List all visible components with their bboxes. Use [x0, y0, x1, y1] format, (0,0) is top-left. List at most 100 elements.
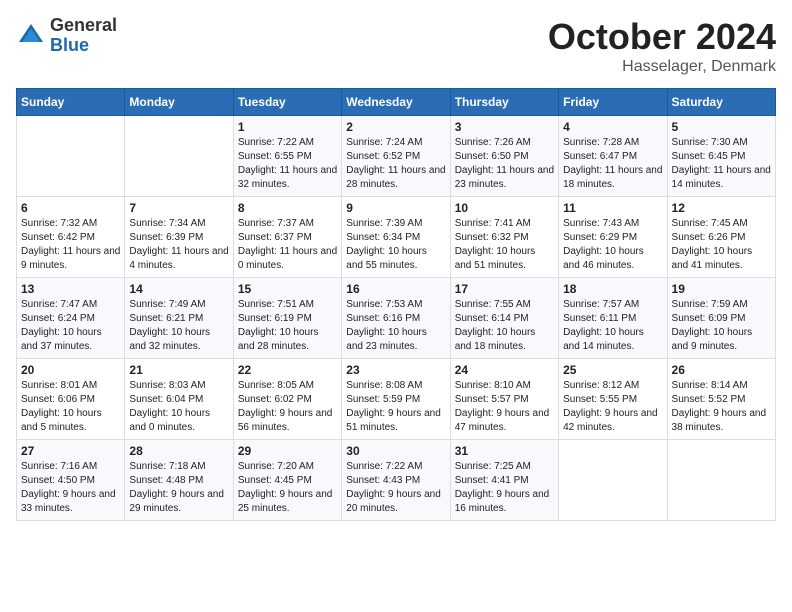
day-number: 9	[346, 201, 445, 215]
col-header-sunday: Sunday	[17, 89, 125, 116]
day-cell: 20Sunrise: 8:01 AMSunset: 6:06 PMDayligh…	[17, 359, 125, 440]
day-number: 1	[238, 120, 337, 134]
day-info: Sunrise: 7:43 AMSunset: 6:29 PMDaylight:…	[563, 217, 662, 273]
col-header-monday: Monday	[125, 89, 233, 116]
title-block: October 2024 Hasselager, Denmark	[548, 16, 776, 76]
day-cell: 8 Sunrise: 7:37 AMSunset: 6:37 PMDaylight…	[233, 197, 341, 278]
day-number: 3	[455, 120, 554, 134]
day-info: Sunrise: 7:25 AMSunset: 4:41 PMDaylight:…	[455, 460, 554, 516]
day-number: 30	[346, 444, 445, 458]
day-number: 6	[21, 201, 120, 215]
day-info: Sunrise: 7:59 AMSunset: 6:09 PMDaylight:…	[672, 298, 771, 354]
day-cell: 19 Sunrise: 7:59 AMSunset: 6:09 PMDayligh…	[667, 278, 775, 359]
day-number: 27	[21, 444, 120, 458]
day-info: Sunrise: 7:22 AMSunset: 6:55 PMDaylight:…	[238, 136, 337, 192]
day-info: Sunrise: 7:49 AMSunset: 6:21 PMDaylight:…	[129, 298, 228, 354]
day-cell: 14 Sunrise: 7:49 AMSunset: 6:21 PMDayligh…	[125, 278, 233, 359]
day-info: Sunrise: 7:51 AMSunset: 6:19 PMDaylight:…	[238, 298, 337, 354]
day-cell: 31 Sunrise: 7:25 AMSunset: 4:41 PMDayligh…	[450, 440, 558, 521]
day-cell: 26Sunrise: 8:14 AMSunset: 5:52 PMDayligh…	[667, 359, 775, 440]
day-info: Sunrise: 8:03 AMSunset: 6:04 PMDaylight:…	[129, 379, 228, 435]
day-info: Sunrise: 7:34 AMSunset: 6:39 PMDaylight:…	[129, 217, 228, 273]
day-cell: 29 Sunrise: 7:20 AMSunset: 4:45 PMDayligh…	[233, 440, 341, 521]
day-number: 22	[238, 363, 337, 377]
header-row: SundayMondayTuesdayWednesdayThursdayFrid…	[17, 89, 776, 116]
day-number: 13	[21, 282, 120, 296]
week-row-5: 27 Sunrise: 7:16 AMSunset: 4:50 PMDayligh…	[17, 440, 776, 521]
day-number: 25	[563, 363, 662, 377]
day-cell: 3Sunrise: 7:26 AMSunset: 6:50 PMDaylight…	[450, 116, 558, 197]
col-header-friday: Friday	[559, 89, 667, 116]
day-cell: 17 Sunrise: 7:55 AMSunset: 6:14 PMDayligh…	[450, 278, 558, 359]
page-header: General Blue October 2024 Hasselager, De…	[16, 16, 776, 76]
day-cell: 15 Sunrise: 7:51 AMSunset: 6:19 PMDayligh…	[233, 278, 341, 359]
day-number: 17	[455, 282, 554, 296]
day-cell: 12Sunrise: 7:45 AMSunset: 6:26 PMDayligh…	[667, 197, 775, 278]
week-row-1: 1 Sunrise: 7:22 AMSunset: 6:55 PMDaylight…	[17, 116, 776, 197]
day-info: Sunrise: 7:28 AMSunset: 6:47 PMDaylight:…	[563, 136, 662, 192]
day-info: Sunrise: 7:37 AMSunset: 6:37 PMDaylight:…	[238, 217, 337, 273]
day-number: 8	[238, 201, 337, 215]
day-number: 2	[346, 120, 445, 134]
day-number: 11	[563, 201, 662, 215]
day-cell: 2 Sunrise: 7:24 AMSunset: 6:52 PMDaylight…	[342, 116, 450, 197]
day-number: 14	[129, 282, 228, 296]
col-header-wednesday: Wednesday	[342, 89, 450, 116]
day-cell: 1 Sunrise: 7:22 AMSunset: 6:55 PMDaylight…	[233, 116, 341, 197]
day-cell: 25 Sunrise: 8:12 AMSunset: 5:55 PMDayligh…	[559, 359, 667, 440]
day-info: Sunrise: 7:39 AMSunset: 6:34 PMDaylight:…	[346, 217, 445, 273]
day-cell: 21Sunrise: 8:03 AMSunset: 6:04 PMDayligh…	[125, 359, 233, 440]
day-number: 12	[672, 201, 771, 215]
day-number: 23	[346, 363, 445, 377]
day-cell: 23 Sunrise: 8:08 AMSunset: 5:59 PMDayligh…	[342, 359, 450, 440]
day-cell: 27 Sunrise: 7:16 AMSunset: 4:50 PMDayligh…	[17, 440, 125, 521]
day-info: Sunrise: 7:24 AMSunset: 6:52 PMDaylight:…	[346, 136, 445, 192]
day-cell: 22 Sunrise: 8:05 AMSunset: 6:02 PMDayligh…	[233, 359, 341, 440]
location: Hasselager, Denmark	[548, 58, 776, 76]
day-cell	[667, 440, 775, 521]
day-cell: 4 Sunrise: 7:28 AMSunset: 6:47 PMDaylight…	[559, 116, 667, 197]
day-info: Sunrise: 7:41 AMSunset: 6:32 PMDaylight:…	[455, 217, 554, 273]
day-number: 24	[455, 363, 554, 377]
day-number: 7	[129, 201, 228, 215]
day-cell: 24 Sunrise: 8:10 AMSunset: 5:57 PMDayligh…	[450, 359, 558, 440]
day-info: Sunrise: 7:57 AMSunset: 6:11 PMDaylight:…	[563, 298, 662, 354]
day-cell: 30Sunrise: 7:22 AMSunset: 4:43 PMDayligh…	[342, 440, 450, 521]
logo-general: General	[50, 16, 117, 36]
day-info: Sunrise: 8:10 AMSunset: 5:57 PMDaylight:…	[455, 379, 554, 435]
month-title: October 2024	[548, 16, 776, 58]
day-info: Sunrise: 8:05 AMSunset: 6:02 PMDaylight:…	[238, 379, 337, 435]
day-number: 19	[672, 282, 771, 296]
day-info: Sunrise: 7:47 AMSunset: 6:24 PMDaylight:…	[21, 298, 120, 354]
week-row-4: 20Sunrise: 8:01 AMSunset: 6:06 PMDayligh…	[17, 359, 776, 440]
day-cell	[559, 440, 667, 521]
day-cell: 10 Sunrise: 7:41 AMSunset: 6:32 PMDayligh…	[450, 197, 558, 278]
day-cell: 28Sunrise: 7:18 AMSunset: 4:48 PMDayligh…	[125, 440, 233, 521]
day-info: Sunrise: 7:20 AMSunset: 4:45 PMDaylight:…	[238, 460, 337, 516]
day-number: 20	[21, 363, 120, 377]
day-info: Sunrise: 7:53 AMSunset: 6:16 PMDaylight:…	[346, 298, 445, 354]
logo: General Blue	[16, 16, 117, 56]
day-number: 29	[238, 444, 337, 458]
day-number: 10	[455, 201, 554, 215]
day-info: Sunrise: 7:16 AMSunset: 4:50 PMDaylight:…	[21, 460, 120, 516]
day-cell: 5 Sunrise: 7:30 AMSunset: 6:45 PMDaylight…	[667, 116, 775, 197]
col-header-saturday: Saturday	[667, 89, 775, 116]
logo-icon	[16, 21, 46, 51]
day-cell: 13 Sunrise: 7:47 AMSunset: 6:24 PMDayligh…	[17, 278, 125, 359]
day-number: 15	[238, 282, 337, 296]
day-info: Sunrise: 7:32 AMSunset: 6:42 PMDaylight:…	[21, 217, 120, 273]
day-info: Sunrise: 8:12 AMSunset: 5:55 PMDaylight:…	[563, 379, 662, 435]
day-info: Sunrise: 8:08 AMSunset: 5:59 PMDaylight:…	[346, 379, 445, 435]
day-info: Sunrise: 7:55 AMSunset: 6:14 PMDaylight:…	[455, 298, 554, 354]
day-number: 16	[346, 282, 445, 296]
day-number: 31	[455, 444, 554, 458]
day-info: Sunrise: 7:30 AMSunset: 6:45 PMDaylight:…	[672, 136, 771, 192]
day-number: 5	[672, 120, 771, 134]
day-info: Sunrise: 8:14 AMSunset: 5:52 PMDaylight:…	[672, 379, 771, 435]
day-cell: 7 Sunrise: 7:34 AMSunset: 6:39 PMDaylight…	[125, 197, 233, 278]
day-number: 18	[563, 282, 662, 296]
day-number: 4	[563, 120, 662, 134]
week-row-2: 6 Sunrise: 7:32 AMSunset: 6:42 PMDaylight…	[17, 197, 776, 278]
day-cell: 9 Sunrise: 7:39 AMSunset: 6:34 PMDaylight…	[342, 197, 450, 278]
